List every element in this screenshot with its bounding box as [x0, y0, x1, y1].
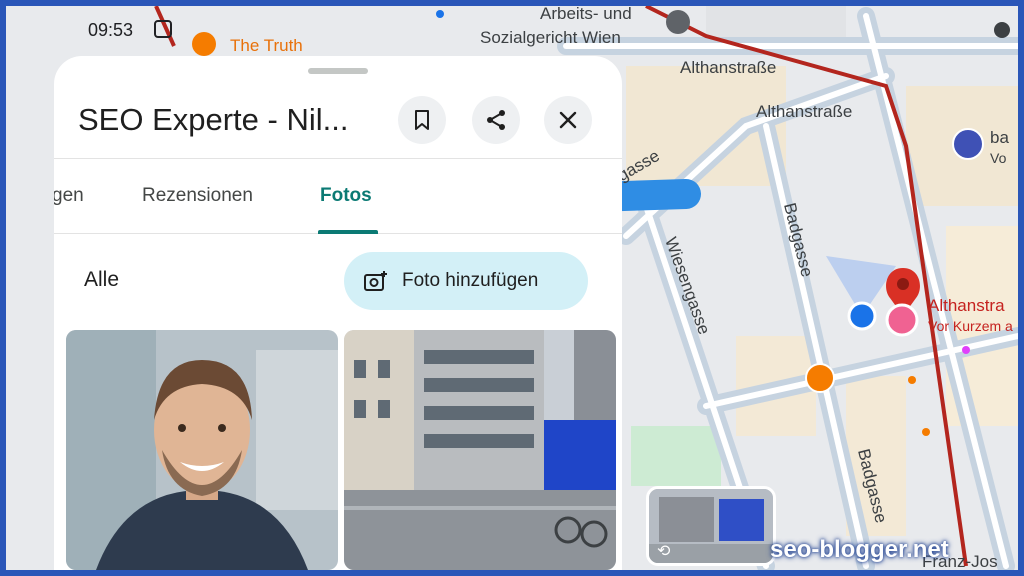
place-title: SEO Experte - Nil...: [78, 102, 349, 137]
close-button[interactable]: [544, 96, 592, 144]
status-time: 09:53: [88, 20, 134, 40]
share-button[interactable]: [472, 96, 520, 144]
tab-fotos[interactable]: Fotos: [320, 185, 372, 207]
watermark: seo-blogger.net: [770, 536, 949, 563]
map-label-althanstrasse-2: Althanstraße: [756, 102, 853, 121]
photo-building[interactable]: [344, 330, 616, 570]
tab-overview-partial[interactable]: gen: [54, 185, 84, 207]
photo-filter-all[interactable]: Alle: [84, 268, 119, 292]
map-label-the-truth[interactable]: The Truth: [230, 36, 303, 56]
portrait-image: [66, 330, 338, 570]
bookmark-icon: [415, 110, 429, 130]
add-photo-label: Foto hinzufügen: [402, 270, 539, 291]
add-photo-button[interactable]: Foto hinzufügen: [344, 252, 588, 310]
photo-portrait[interactable]: [66, 330, 338, 570]
map-label-vo: Vo: [990, 150, 1007, 166]
map-label-court-line1[interactable]: Arbeits- und: [540, 6, 632, 24]
building-image: [344, 330, 616, 570]
rotate-360-icon: ⟲: [657, 543, 671, 560]
active-tab-indicator: [318, 230, 378, 234]
close-icon: [559, 111, 577, 129]
screenshot-frame: The Truth Arbeits- und Sozialgericht Wie…: [6, 6, 1018, 570]
screenshot-status-icon: [154, 20, 172, 38]
map-label-vor-kurzem: Vor Kurzem a: [928, 318, 1013, 334]
map-label-court-line2[interactable]: Sozialgericht Wien: [480, 28, 621, 48]
map-label-althanstrasse-1: Althanstraße: [680, 58, 777, 77]
place-details-sheet: SEO Experte - Nil... gen Rezensionen Fot…: [54, 56, 622, 570]
sheet-drag-handle[interactable]: [308, 68, 368, 74]
add-photo-icon: [364, 271, 387, 291]
place-tabs: gen Rezensionen Fotos: [54, 158, 622, 234]
save-button[interactable]: [398, 96, 446, 144]
map-label-ba: ba: [990, 128, 1009, 147]
street-view-thumbnail[interactable]: ⟲: [646, 486, 776, 566]
share-icon: [487, 110, 505, 130]
map-label-althanstrasse-3[interactable]: Althanstra: [928, 296, 1005, 316]
tab-rezensionen[interactable]: Rezensionen: [142, 185, 253, 207]
